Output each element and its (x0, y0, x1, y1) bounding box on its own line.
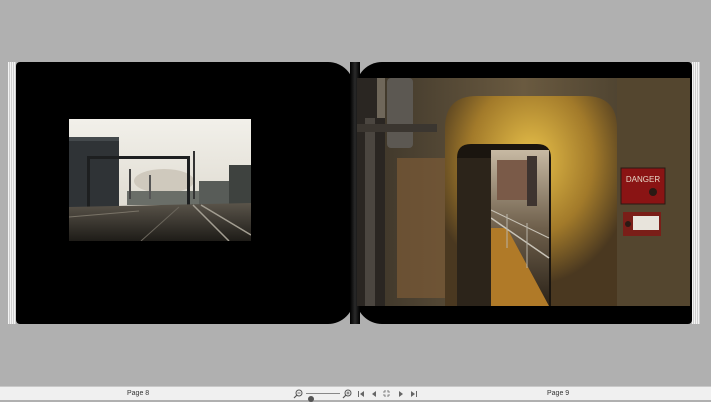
viewer-canvas: DANGER (0, 0, 711, 386)
right-page-number: Page 9 (547, 390, 570, 397)
viewer-toolbar: Page 8 Page 9 (0, 386, 711, 402)
zoom-slider[interactable] (306, 393, 340, 402)
next-page-icon[interactable] (395, 388, 406, 399)
zoom-slider-thumb[interactable] (308, 396, 315, 402)
zoom-out-icon[interactable] (292, 388, 303, 399)
rail-yard-image (69, 119, 251, 241)
left-page-stack-edge (8, 62, 16, 324)
last-page-icon[interactable] (408, 388, 419, 399)
left-page-photo (69, 119, 251, 241)
first-page-icon[interactable] (355, 388, 366, 399)
zoom-in-icon[interactable] (341, 388, 352, 399)
right-page-stack-edge (692, 62, 700, 324)
danger-sign-text: DANGER (626, 175, 660, 184)
right-page-photo: DANGER (357, 78, 690, 306)
fit-spread-icon[interactable] (381, 388, 392, 399)
left-page-number: Page 8 (127, 390, 150, 397)
previous-page-icon[interactable] (368, 388, 379, 399)
steel-door-image: DANGER (357, 78, 690, 306)
